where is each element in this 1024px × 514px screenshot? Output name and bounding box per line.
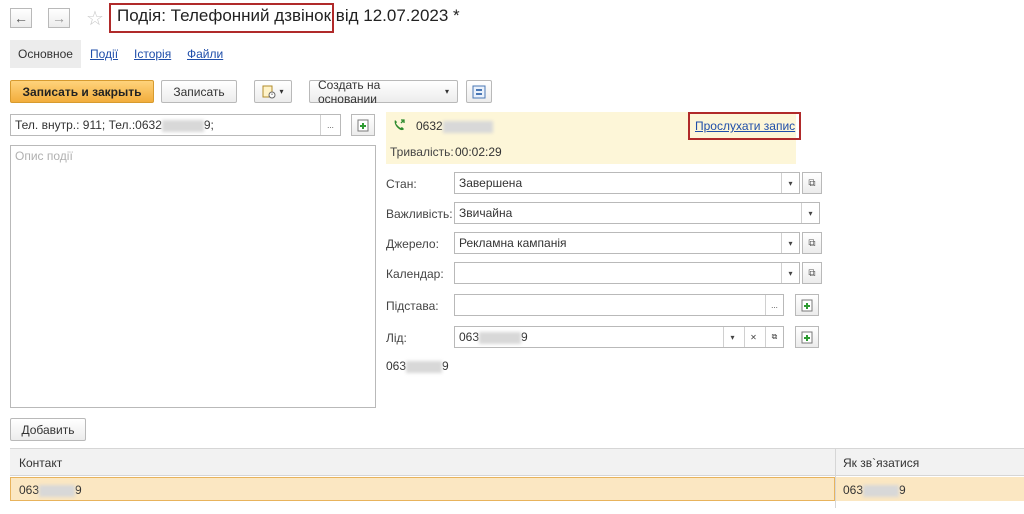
source-label: Джерело: bbox=[386, 237, 439, 251]
tab-files[interactable]: Файли bbox=[187, 40, 223, 68]
status-label: Стан: bbox=[386, 177, 417, 191]
phone-field[interactable]: Тел. внутр.: 911; Тел.:0632 9; ... bbox=[10, 114, 341, 136]
calendar-label: Календар: bbox=[386, 267, 444, 281]
report-icon bbox=[262, 85, 276, 99]
calendar-select[interactable]: ▾ bbox=[454, 262, 800, 284]
phone-call-icon bbox=[392, 118, 406, 132]
tab-history[interactable]: Історія bbox=[134, 40, 171, 68]
call-number: 0632 bbox=[416, 119, 493, 133]
reach-prefix: 063 bbox=[843, 483, 864, 497]
title-highlight-box bbox=[109, 3, 334, 33]
selected-cell bbox=[10, 477, 835, 501]
masked-number bbox=[863, 484, 900, 497]
chevron-down-icon[interactable]: ▾ bbox=[781, 263, 799, 283]
phone-field-suffix: 9; bbox=[203, 118, 214, 132]
add-green-icon bbox=[801, 331, 814, 344]
lead-label: Лід: bbox=[386, 331, 407, 345]
open-window-icon: ⧉ bbox=[808, 267, 816, 279]
masked-number bbox=[479, 331, 522, 344]
clear-icon[interactable]: ✕ bbox=[744, 327, 762, 347]
chevron-down-icon: ▾ bbox=[279, 87, 284, 96]
listen-highlight-box bbox=[688, 112, 801, 140]
open-source-button[interactable]: ⧉ bbox=[802, 232, 822, 254]
masked-number bbox=[406, 360, 443, 373]
create-based-on-button[interactable]: Создать на основании ▾ bbox=[309, 77, 458, 106]
masked-number bbox=[161, 119, 204, 132]
reach-suffix: 9 bbox=[899, 483, 906, 497]
duration-value: 00:02:29 bbox=[455, 145, 502, 159]
open-phone-button[interactable] bbox=[351, 114, 375, 136]
save-button[interactable]: Записать bbox=[161, 80, 237, 103]
lead-phone: 063 9 bbox=[386, 359, 449, 373]
source-value: Рекламна кампанія bbox=[459, 236, 567, 250]
column-how-to-reach[interactable]: Як зв`язатися bbox=[843, 456, 919, 470]
create-lead-button[interactable] bbox=[795, 326, 819, 348]
importance-label: Важливість: bbox=[386, 207, 453, 221]
open-status-button[interactable]: ⧉ bbox=[802, 172, 822, 194]
select-button[interactable]: ... bbox=[765, 295, 783, 315]
contact-prefix: 063 bbox=[19, 483, 40, 497]
call-number-prefix: 0632 bbox=[416, 119, 443, 133]
lead-select[interactable]: 063 9 ▾ ✕ ⧉ bbox=[454, 326, 784, 348]
star-icon[interactable]: ☆ bbox=[86, 6, 104, 31]
back-button[interactable]: ← bbox=[10, 8, 32, 28]
column-contact[interactable]: Контакт bbox=[19, 456, 62, 470]
importance-value: Звичайна bbox=[459, 206, 513, 220]
status-value: Завершена bbox=[459, 176, 523, 190]
chevron-down-icon[interactable]: ▾ bbox=[723, 327, 741, 347]
open-window-icon[interactable]: ⧉ bbox=[765, 327, 783, 347]
duration-label: Тривалість: bbox=[390, 145, 454, 159]
open-window-icon: ⧉ bbox=[808, 177, 816, 189]
create-based-label: Создать на основании bbox=[318, 77, 381, 106]
hierarchy-icon bbox=[472, 85, 486, 99]
description-textarea[interactable]: Опис події bbox=[10, 145, 376, 408]
report-menu-button[interactable]: ▾ bbox=[254, 80, 292, 103]
tab-events[interactable]: Події bbox=[90, 40, 118, 68]
importance-select[interactable]: Звичайна ▾ bbox=[454, 202, 820, 224]
open-calendar-button[interactable]: ⧉ bbox=[802, 262, 822, 284]
chevron-down-icon: ▾ bbox=[444, 87, 449, 96]
save-close-button[interactable]: Записать и закрыть bbox=[10, 80, 154, 103]
chevron-down-icon[interactable]: ▾ bbox=[781, 173, 799, 193]
masked-number bbox=[39, 484, 76, 497]
column-divider bbox=[835, 448, 836, 508]
basis-field[interactable]: ... bbox=[454, 294, 784, 316]
status-select[interactable]: Завершена ▾ bbox=[454, 172, 800, 194]
basis-label: Підстава: bbox=[386, 299, 439, 313]
source-select[interactable]: Рекламна кампанія ▾ bbox=[454, 232, 800, 254]
chevron-down-icon[interactable]: ▾ bbox=[801, 203, 819, 223]
lead-phone-prefix: 063 bbox=[386, 359, 407, 373]
add-green-icon bbox=[801, 299, 814, 312]
arrow-left-icon: ← bbox=[14, 10, 28, 26]
structure-button[interactable] bbox=[466, 80, 492, 103]
contact-cell[interactable]: 063 9 bbox=[19, 483, 82, 497]
lead-phone-suffix: 9 bbox=[442, 359, 449, 373]
create-basis-button[interactable] bbox=[795, 294, 819, 316]
phone-field-value: Тел. внутр.: 911; Тел.:0632 bbox=[15, 118, 162, 132]
add-contact-button[interactable]: Добавить bbox=[10, 418, 86, 441]
lead-value-prefix: 063 bbox=[459, 330, 480, 344]
open-window-icon: ⧉ bbox=[808, 237, 816, 249]
lead-value-suffix: 9 bbox=[521, 330, 528, 344]
select-button[interactable]: ... bbox=[320, 115, 340, 135]
add-green-icon bbox=[357, 119, 370, 132]
contact-suffix: 9 bbox=[75, 483, 82, 497]
masked-number bbox=[442, 120, 493, 133]
forward-button[interactable]: → bbox=[48, 8, 70, 28]
reach-cell[interactable]: 063 9 bbox=[843, 483, 906, 497]
chevron-down-icon[interactable]: ▾ bbox=[781, 233, 799, 253]
tab-main[interactable]: Основное bbox=[10, 40, 81, 68]
arrow-right-icon: → bbox=[52, 10, 66, 26]
